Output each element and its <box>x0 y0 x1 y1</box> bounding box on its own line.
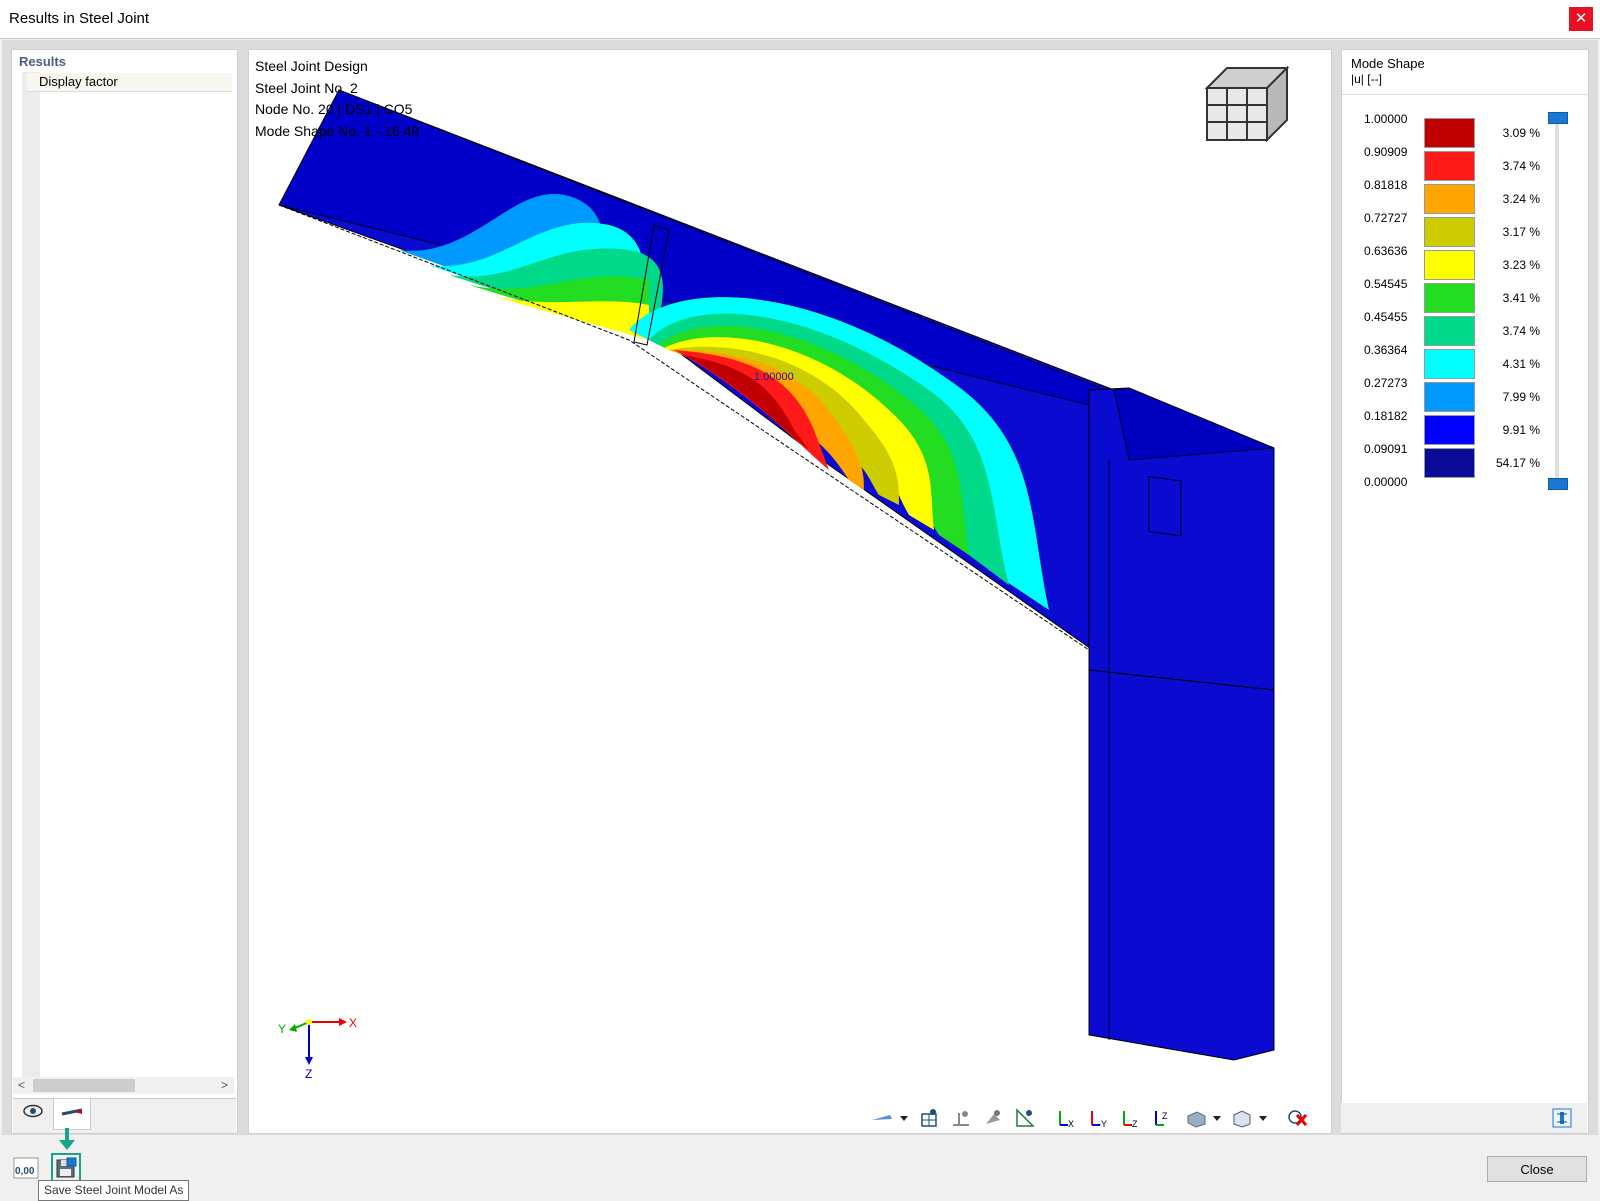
pointer-arrow-icon <box>59 1128 75 1150</box>
legend-panel: Mode Shape |u| [--] 1.00000 0.90909 0.8181… <box>1341 49 1589 1134</box>
legend-color-swatch <box>1424 184 1475 214</box>
legend-settings-icon <box>1552 1108 1572 1128</box>
svg-text:-Y: -Y <box>1098 1119 1107 1129</box>
reset-close-icon <box>1288 1110 1308 1127</box>
decimal-places-button[interactable]: 0,00 <box>11 1155 41 1181</box>
display-dropdown-button[interactable] <box>869 1106 911 1130</box>
save-model-icon <box>56 1157 77 1178</box>
svg-text:Z: Z <box>1162 1111 1168 1121</box>
eye-icon <box>23 1104 43 1118</box>
axis-x-label: X <box>349 1016 357 1030</box>
view-minus-y-icon: -Y <box>1091 1111 1107 1129</box>
viewport-info: Steel Joint Design Steel Joint No. 2 Nod… <box>255 56 419 143</box>
decimal-places-icon: 0,00 <box>13 1157 39 1179</box>
legend-color-swatch <box>1424 283 1475 313</box>
scroll-thumb[interactable] <box>33 1079 135 1092</box>
view-x-button[interactable]: X <box>1054 1106 1080 1130</box>
graphics-viewport[interactable]: Steel Joint Design Steel Joint No. 2 Nod… <box>248 49 1332 1134</box>
view-x-icon: X <box>1059 1111 1074 1129</box>
legend-color-swatch <box>1424 217 1475 247</box>
info-line-node: Node No. 20 | DS1 | CO5 <box>255 101 413 118</box>
legend-toolbar <box>1341 1103 1587 1133</box>
info-line-mode: Mode Shape No. 1 - 16.49 <box>255 123 420 140</box>
tree-item-display-factor[interactable]: Display factor <box>27 73 232 92</box>
legend-percent: 3.23 % <box>1502 258 1540 272</box>
view-iso-z-button[interactable]: Z <box>1150 1106 1176 1130</box>
info-line-design: Steel Joint Design <box>255 58 368 74</box>
view-cube-icon[interactable] <box>1204 65 1290 143</box>
steel-joint-model[interactable]: 1.00000 X Y Z <box>249 50 1331 1133</box>
legend-color-swatch <box>1424 382 1475 412</box>
window-close-button[interactable]: ✕ <box>1569 7 1593 31</box>
view-iso-z-icon: Z <box>1155 1111 1168 1126</box>
legend-percent: 3.24 % <box>1502 192 1540 206</box>
box-view-icon <box>1233 1110 1267 1128</box>
legend-color-swatch <box>1424 448 1475 478</box>
scroll-right-arrow[interactable]: > <box>221 1077 228 1094</box>
box-view-button[interactable] <box>1230 1106 1270 1130</box>
view-z-button[interactable]: Z <box>1118 1106 1144 1130</box>
save-steel-joint-model-button[interactable] <box>51 1153 81 1183</box>
title-bar: Results in Steel Joint ✕ <box>0 0 1600 39</box>
scroll-left-arrow[interactable]: < <box>18 1077 25 1094</box>
legend-percent: 3.74 % <box>1502 159 1540 173</box>
reset-close-button[interactable] <box>1284 1106 1310 1130</box>
mesh-view-button[interactable] <box>916 1106 942 1130</box>
legend-percent: 3.74 % <box>1502 324 1540 338</box>
legend-min-handle[interactable] <box>1548 478 1568 490</box>
support-view-button[interactable] <box>948 1106 974 1130</box>
navigator-panel: Results Display factor < > <box>11 49 238 1134</box>
svg-text:X: X <box>1068 1119 1074 1129</box>
legend-color-swatch <box>1424 415 1475 445</box>
axis-triad-icon: X Y Z <box>278 1016 357 1081</box>
legend-color-swatch <box>1424 118 1475 148</box>
dialog-button-bar <box>0 1135 1600 1200</box>
info-line-joint: Steel Joint No. 2 <box>255 79 358 96</box>
legend-title: Mode Shape <box>1351 56 1425 71</box>
legend-slider-track[interactable] <box>1555 116 1559 478</box>
legend-divider <box>1342 94 1588 95</box>
result-view-icon <box>1016 1108 1035 1127</box>
load-view-button[interactable] <box>980 1106 1006 1130</box>
legend-percent: 7.99 % <box>1502 390 1540 404</box>
window-title: Results in Steel Joint <box>9 10 150 27</box>
max-value-label: 1.00000 <box>754 371 794 383</box>
view-z-icon: Z <box>1123 1111 1138 1129</box>
navigator-tabs <box>13 1098 236 1133</box>
result-diagram-icon <box>61 1108 83 1116</box>
horizontal-scrollbar[interactable]: < > <box>13 1077 234 1094</box>
legend-color-swatch <box>1424 316 1475 346</box>
legend-percent: 3.09 % <box>1502 126 1540 140</box>
tooltip: Save Steel Joint Model As <box>38 1180 190 1201</box>
legend-max-handle[interactable] <box>1548 112 1568 124</box>
legend-color-swatch <box>1424 349 1475 379</box>
legend-percent: 3.41 % <box>1502 291 1540 305</box>
support-view-icon <box>953 1111 969 1126</box>
legend-color-swatch <box>1424 151 1475 181</box>
close-button[interactable]: Close <box>1487 1156 1587 1182</box>
navigator-header[interactable]: Results <box>19 54 66 69</box>
axis-z-label: Z <box>305 1067 312 1081</box>
mesh-view-icon <box>921 1109 937 1127</box>
legend-percent: 9.91 % <box>1502 423 1540 437</box>
legend-percent: 3.17 % <box>1502 225 1540 239</box>
load-view-icon <box>986 1110 1000 1124</box>
render-mode-icon <box>1187 1111 1221 1128</box>
svg-text:0,00: 0,00 <box>15 1166 35 1177</box>
axis-y-label: Y <box>278 1022 286 1036</box>
result-view-button[interactable] <box>1012 1106 1038 1130</box>
tab-display[interactable] <box>15 1099 51 1129</box>
legend-unit: |u| [--] <box>1351 72 1382 86</box>
legend-percent: 4.31 % <box>1502 357 1540 371</box>
render-mode-button[interactable] <box>1184 1106 1224 1130</box>
svg-text:Z: Z <box>1132 1119 1138 1129</box>
legend-settings-button[interactable] <box>1549 1105 1575 1131</box>
view-minus-y-button[interactable]: -Y <box>1086 1106 1112 1130</box>
tree-indent <box>22 72 40 1082</box>
legend-color-swatch <box>1424 250 1475 280</box>
display-dropdown-icon <box>872 1115 908 1121</box>
legend-percent: 54.17 % <box>1495 456 1540 470</box>
tab-results[interactable] <box>53 1099 91 1130</box>
